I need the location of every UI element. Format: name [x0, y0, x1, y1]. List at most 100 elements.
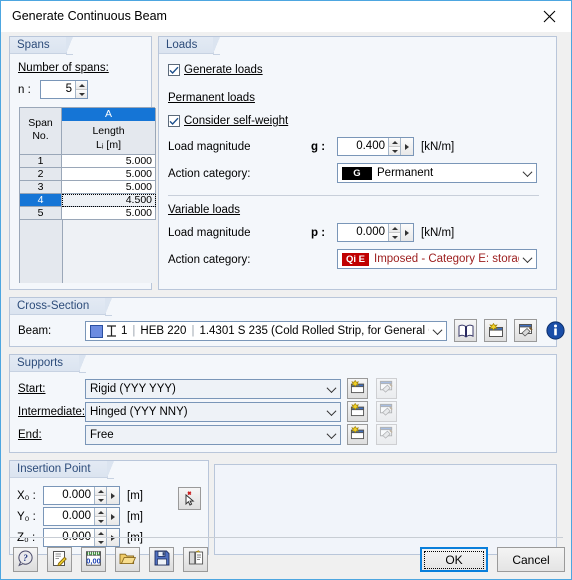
row-number[interactable]: 3 — [20, 181, 62, 194]
support-end-new-button[interactable] — [347, 424, 368, 445]
number-of-spans-arrows[interactable] — [75, 81, 87, 98]
save-button[interactable] — [149, 547, 174, 572]
number-of-spans-label: Number of spans: — [18, 62, 109, 74]
variable-stepper-arrows[interactable] — [388, 224, 400, 241]
support-intermediate-label: Intermediate: — [18, 406, 86, 418]
chevron-down-icon[interactable] — [519, 166, 536, 177]
row-length-value[interactable]: 5.000 — [62, 155, 156, 168]
length-header-line2: Lᵢ [m] — [96, 139, 121, 152]
beam-section-combo[interactable]: 1 | HEB 220 | 1.4301 S 235 (Cold Rolled … — [85, 321, 447, 341]
chevron-down-icon[interactable] — [323, 405, 340, 416]
row-number[interactable]: 1 — [20, 155, 62, 168]
help-button[interactable]: ? — [13, 547, 38, 572]
table-row[interactable]: 3 5.000 — [20, 181, 156, 194]
display-properties-button[interactable] — [183, 547, 208, 572]
y0-value[interactable]: 0.000 — [44, 508, 94, 525]
generate-loads-checkbox[interactable]: Generate loads — [168, 64, 263, 76]
stepper-up-icon[interactable] — [76, 81, 87, 90]
svg-text:0,00: 0,00 — [86, 556, 100, 565]
variable-load-magnitude-stepper[interactable]: 0.000 — [337, 223, 414, 242]
stepper-more-icon[interactable] — [106, 487, 119, 504]
y0-stepper[interactable]: 0.000 — [43, 507, 120, 526]
row-number[interactable]: 4 — [20, 194, 62, 207]
stepper-more-icon[interactable] — [400, 224, 413, 241]
support-intermediate-new-button[interactable] — [347, 401, 368, 422]
new-window-icon — [488, 323, 504, 338]
stepper-down-icon[interactable] — [76, 90, 87, 98]
number-of-spans-value[interactable]: 5 — [41, 81, 75, 98]
consider-self-weight-checkbox[interactable]: Consider self-weight — [168, 115, 288, 127]
stepper-down-icon[interactable] — [95, 517, 106, 525]
units-button[interactable]: 0,00 — [81, 547, 106, 572]
row-length-value[interactable]: 5.000 — [62, 168, 156, 181]
stepper-down-icon[interactable] — [95, 496, 106, 504]
variable-category-badge: Qi E — [342, 252, 370, 266]
chevron-down-icon[interactable] — [323, 382, 340, 393]
permanent-stepper-arrows[interactable] — [388, 138, 400, 155]
corner-header-line2: No. — [32, 130, 49, 143]
library-button[interactable] — [454, 319, 477, 342]
loads-group-title: Loads — [159, 37, 221, 55]
support-end-edit-button[interactable] — [376, 424, 397, 445]
chevron-down-icon[interactable] — [323, 428, 340, 439]
chevron-down-icon[interactable] — [519, 252, 536, 263]
table-row[interactable]: 1 5.000 — [20, 155, 156, 168]
table-length-header: Length Lᵢ [m] — [62, 121, 156, 155]
table-empty-area[interactable] — [20, 220, 156, 283]
edit-note-icon — [51, 550, 68, 570]
x0-stepper[interactable]: 0.000 — [43, 486, 120, 505]
variable-load-magnitude-value[interactable]: 0.000 — [338, 224, 388, 241]
stepper-more-icon[interactable] — [106, 508, 119, 525]
window-title: Generate Continuous Beam — [12, 9, 167, 23]
chevron-down-icon[interactable] — [429, 324, 446, 335]
table-empty-cell[interactable] — [62, 220, 156, 283]
support-end-combo[interactable]: Free — [85, 425, 341, 445]
row-number[interactable]: 2 — [20, 168, 62, 181]
x0-stepper-arrows[interactable] — [94, 487, 106, 504]
table-row[interactable]: 5 5.000 — [20, 207, 156, 220]
permanent-action-category-combo[interactable]: G Permanent — [337, 163, 537, 183]
row-number[interactable]: 5 — [20, 207, 62, 220]
edit-section-button[interactable] — [514, 319, 537, 342]
pick-point-button[interactable] — [178, 487, 201, 510]
stepper-down-icon[interactable] — [389, 233, 400, 241]
ok-button[interactable]: OK — [420, 547, 488, 572]
table-column-header-a[interactable]: A — [62, 108, 156, 121]
row-length-value[interactable]: 4.500 — [62, 194, 156, 207]
stepper-more-icon[interactable] — [400, 138, 413, 155]
x0-value[interactable]: 0.000 — [44, 487, 94, 504]
consider-self-weight-label: Consider self-weight — [184, 115, 289, 127]
support-start-edit-button[interactable] — [376, 378, 397, 399]
support-intermediate-value: Hinged (YYY NNY) — [90, 406, 188, 418]
support-end-value: Free — [90, 429, 114, 441]
beam-label: Beam: — [18, 325, 52, 337]
permanent-load-magnitude-stepper[interactable]: 0.400 — [337, 137, 414, 156]
cancel-button[interactable]: Cancel — [497, 547, 565, 572]
open-button[interactable] — [115, 547, 140, 572]
save-disk-icon — [154, 550, 170, 569]
row-length-value[interactable]: 5.000 — [62, 207, 156, 220]
comment-button[interactable] — [47, 547, 72, 572]
support-start-new-button[interactable] — [347, 378, 368, 399]
stepper-up-icon[interactable] — [95, 508, 106, 517]
stepper-up-icon[interactable] — [95, 487, 106, 496]
table-row[interactable]: 2 5.000 — [20, 168, 156, 181]
number-of-spans-stepper[interactable]: 5 — [40, 80, 88, 99]
support-intermediate-combo[interactable]: Hinged (YYY NNY) — [85, 402, 341, 422]
table-row-selected[interactable]: 4 4.500 — [20, 194, 156, 207]
support-start-combo[interactable]: Rigid (YYY YYY) — [85, 379, 341, 399]
close-button[interactable] — [527, 1, 571, 31]
new-section-button[interactable] — [484, 319, 507, 342]
variable-action-category-combo[interactable]: Qi E Imposed - Category E: storage — [337, 249, 537, 269]
stepper-down-icon[interactable] — [389, 147, 400, 155]
support-start-label: Start: — [18, 383, 46, 395]
spans-group-title: Spans — [10, 37, 73, 55]
stepper-up-icon[interactable] — [389, 138, 400, 147]
row-length-value[interactable]: 5.000 — [62, 181, 156, 194]
spans-table[interactable]: A Span No. Length Lᵢ [m] 1 5.000 2 5.000 — [19, 107, 156, 283]
permanent-load-magnitude-value[interactable]: 0.400 — [338, 138, 388, 155]
y0-stepper-arrows[interactable] — [94, 508, 106, 525]
support-intermediate-edit-button[interactable] — [376, 401, 397, 422]
info-button[interactable] — [544, 319, 567, 342]
stepper-up-icon[interactable] — [389, 224, 400, 233]
